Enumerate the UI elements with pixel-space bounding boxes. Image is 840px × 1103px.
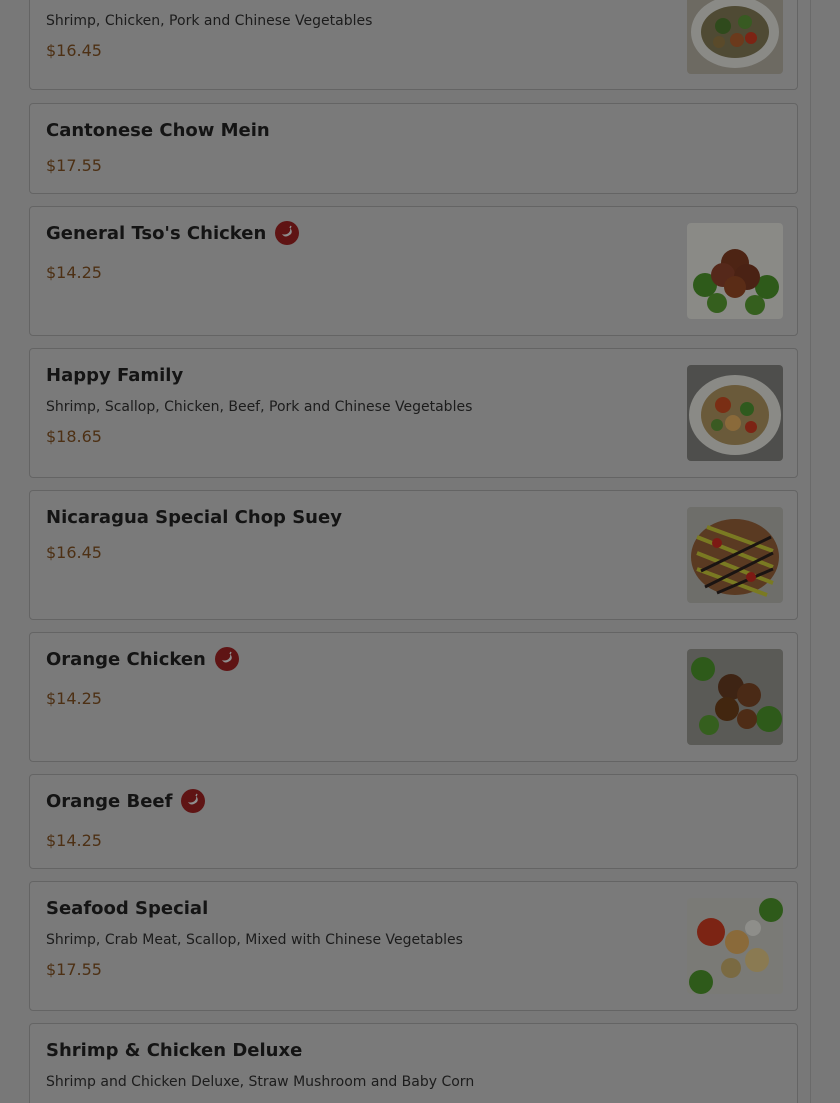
item-price: $17.55 <box>46 960 102 979</box>
chili-pepper-icon <box>181 789 206 813</box>
item-price: $14.25 <box>46 263 102 282</box>
item-price: $14.25 <box>46 831 102 850</box>
item-title: Orange Chicken <box>46 648 206 670</box>
item-title: Shrimp & Chicken Deluxe <box>46 1040 303 1061</box>
item-price: $16.45 <box>46 543 102 562</box>
chili-pepper-icon <box>214 647 239 671</box>
item-title: Nicaragua Special Chop Suey <box>46 507 342 528</box>
menu-item-card[interactable]: Orange Chicken $14.25 <box>29 632 798 762</box>
chicken-broccoli-dish-photo[interactable] <box>687 223 783 319</box>
item-description: Shrimp, Scallop, Chicken, Beef, Pork and… <box>46 399 473 415</box>
scrollbar[interactable] <box>810 0 811 1103</box>
item-description: Shrimp, Crab Meat, Scallop, Mixed with C… <box>46 932 463 948</box>
item-price: $17.55 <box>46 156 102 175</box>
stir-fry-bowl-photo[interactable] <box>687 365 783 461</box>
orange-chicken-photo[interactable] <box>687 649 783 745</box>
menu-item-card[interactable]: Seafood Special Shrimp, Crab Meat, Scall… <box>29 881 798 1011</box>
item-title: Happy Family <box>46 365 184 386</box>
menu-item-card[interactable]: Shrimp, Chicken, Pork and Chinese Vegeta… <box>29 0 798 90</box>
menu-page: Shrimp, Chicken, Pork and Chinese Vegeta… <box>0 0 840 1103</box>
item-title: Cantonese Chow Mein <box>46 120 270 141</box>
seafood-plate-photo[interactable] <box>687 898 783 994</box>
chili-pepper-icon <box>275 221 300 245</box>
menu-item-card[interactable]: Cantonese Chow Mein $17.55 <box>29 103 798 194</box>
item-description: Shrimp and Chicken Deluxe, Straw Mushroo… <box>46 1074 475 1090</box>
item-title: General Tso's Chicken <box>46 222 267 244</box>
item-title: Seafood Special <box>46 898 209 919</box>
item-description: Shrimp, Chicken, Pork and Chinese Vegeta… <box>46 13 373 29</box>
menu-item-card[interactable]: General Tso's Chicken $14.25 <box>29 206 798 336</box>
menu-item-card[interactable]: Orange Beef $14.25 <box>29 774 798 869</box>
menu-item-card[interactable]: Shrimp & Chicken Deluxe Shrimp and Chick… <box>29 1023 798 1103</box>
item-title: Orange Beef <box>46 790 173 812</box>
menu-item-card[interactable]: Nicaragua Special Chop Suey $16.45 <box>29 490 798 620</box>
mixed-vegetables-dish-photo[interactable] <box>687 0 783 74</box>
item-price: $16.45 <box>46 41 102 60</box>
chop-suey-sauce-photo[interactable] <box>687 507 783 603</box>
item-price: $18.65 <box>46 427 102 446</box>
menu-item-card[interactable]: Happy Family Shrimp, Scallop, Chicken, B… <box>29 348 798 478</box>
item-price: $14.25 <box>46 689 102 708</box>
